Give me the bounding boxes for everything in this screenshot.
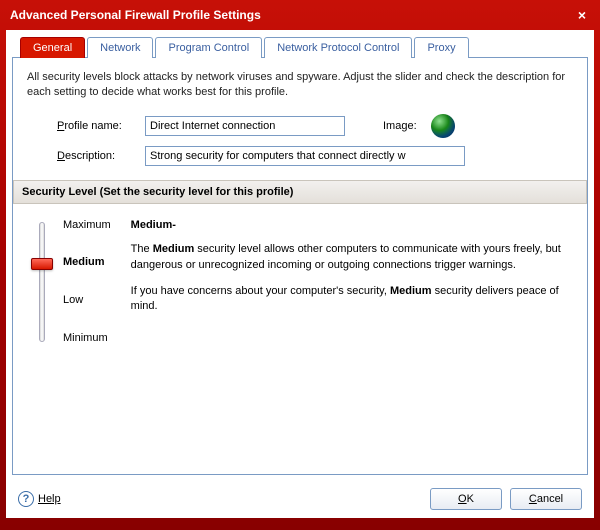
slider-label-low: Low: [63, 295, 111, 306]
slider-track: [39, 222, 45, 342]
help-icon: ?: [18, 491, 34, 507]
dialog-window: Advanced Personal Firewall Profile Setti…: [0, 0, 600, 530]
profile-name-label: Profile name:: [57, 120, 137, 132]
slider-label-minimum: Minimum: [63, 333, 111, 344]
level-description: Medium- The Medium security level allows…: [131, 218, 567, 348]
titlebar[interactable]: Advanced Personal Firewall Profile Setti…: [0, 0, 600, 30]
security-level-body: Maximum Medium Low Minimum Medium- The M…: [27, 218, 573, 348]
level-paragraph-2: If you have concerns about your computer…: [131, 284, 567, 316]
description-input[interactable]: [145, 146, 465, 166]
tab-proxy[interactable]: Proxy: [414, 37, 468, 58]
security-level-header: Security Level (Set the security level f…: [13, 180, 587, 204]
profile-name-input[interactable]: [145, 116, 345, 136]
window-title: Advanced Personal Firewall Profile Setti…: [10, 8, 574, 22]
slider-column: Maximum Medium Low Minimum: [33, 218, 111, 348]
tab-general[interactable]: General: [20, 37, 85, 58]
security-slider[interactable]: [33, 218, 51, 348]
slider-labels: Maximum Medium Low Minimum: [63, 218, 111, 344]
tab-row: General Network Program Control Network …: [20, 36, 588, 57]
slider-thumb[interactable]: [31, 258, 53, 270]
help-link[interactable]: ? Help: [18, 491, 61, 507]
profile-name-row: Profile name: Image:: [27, 114, 573, 138]
ok-button[interactable]: OK: [430, 488, 502, 510]
window-body: General Network Program Control Network …: [6, 30, 594, 518]
button-row: ? Help OK Cancel: [18, 488, 582, 510]
tab-program-control[interactable]: Program Control: [155, 37, 262, 58]
description-label: Description:: [57, 150, 137, 162]
slider-label-medium: Medium: [63, 257, 111, 268]
cancel-button[interactable]: Cancel: [510, 488, 582, 510]
description-row: Description:: [27, 146, 573, 166]
help-label: Help: [38, 493, 61, 505]
globe-icon[interactable]: [431, 114, 455, 138]
tab-panel-general: All security levels block attacks by net…: [12, 57, 588, 475]
level-paragraph-1: The Medium security level allows other c…: [131, 242, 567, 274]
slider-label-maximum: Maximum: [63, 220, 111, 231]
close-icon[interactable]: ×: [574, 7, 590, 23]
tab-network-protocol-control[interactable]: Network Protocol Control: [264, 37, 412, 58]
level-title: Medium-: [131, 218, 567, 234]
intro-text: All security levels block attacks by net…: [27, 70, 573, 100]
image-label: Image:: [383, 120, 417, 132]
tab-network[interactable]: Network: [87, 37, 153, 58]
